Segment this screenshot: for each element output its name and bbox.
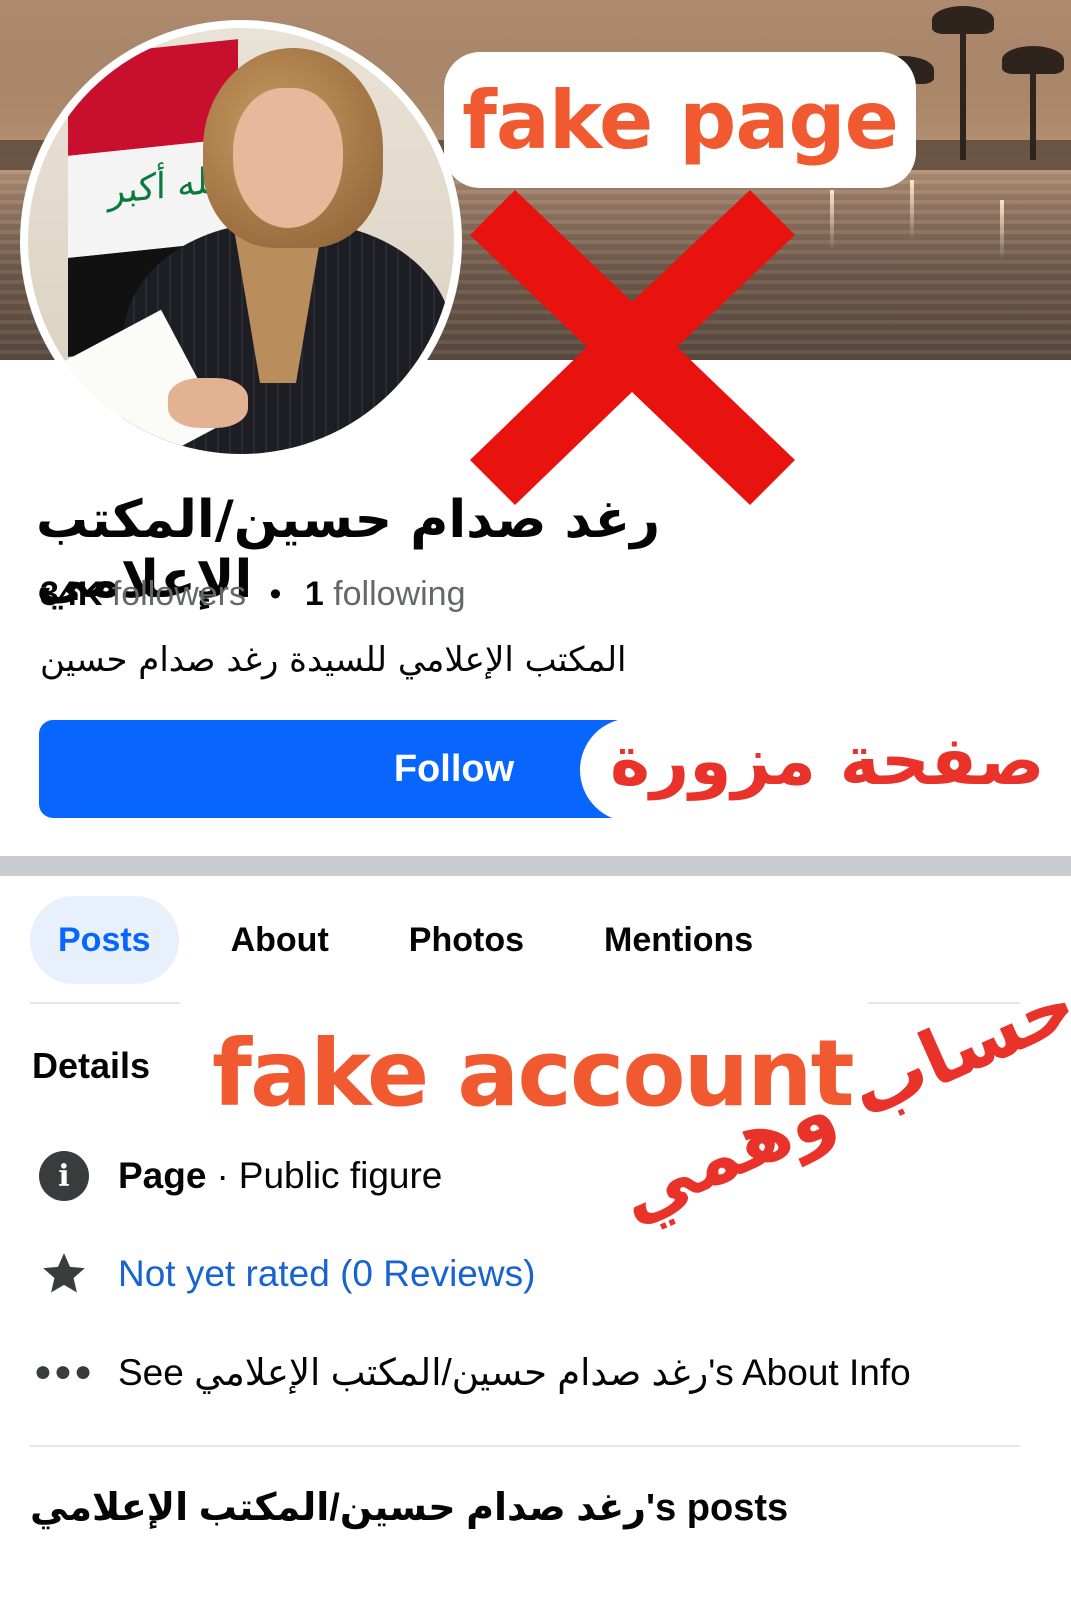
more-dots-icon: ●●●	[33, 1355, 95, 1388]
light-reflection	[830, 190, 834, 250]
following-count[interactable]: 1	[305, 575, 324, 613]
tab-divider	[30, 1002, 180, 1004]
page-type-label: Page	[118, 1155, 207, 1196]
tab-posts[interactable]: Posts	[30, 896, 179, 984]
red-x-icon	[470, 190, 795, 505]
light-reflection	[1000, 200, 1004, 260]
info-icon: i	[38, 1150, 90, 1202]
fake-page-badge: fake page	[444, 52, 916, 188]
fake-page-arabic-label: صفحة مزورة	[610, 722, 1045, 801]
section-separator	[30, 1445, 1020, 1447]
section-divider	[0, 856, 1071, 876]
followers-label[interactable]: followers	[112, 575, 246, 613]
person-face	[233, 88, 343, 228]
page-type-separator: ·	[216, 1155, 229, 1196]
light-reflection	[910, 180, 914, 240]
fake-page-label: fake page	[462, 73, 899, 167]
follow-button[interactable]: Follow	[39, 720, 639, 818]
tab-photos[interactable]: Photos	[381, 896, 552, 984]
followers-count[interactable]: 34K	[40, 575, 102, 613]
palm-tree	[1002, 46, 1064, 160]
profile-avatar[interactable]: الله أكبر	[20, 20, 462, 462]
posts-heading: رغد صدام حسين/المكتب الإعلامي's posts	[30, 1487, 789, 1529]
star-icon	[38, 1248, 90, 1300]
person-hand	[168, 378, 248, 428]
page-bio: المكتب الإعلامي للسيدة رغد صدام حسين	[40, 640, 627, 680]
follow-stats: 34K followers • 1 following	[40, 575, 466, 614]
detail-row-about[interactable]: ●●● See رغد صدام حسين/المكتب الإعلامي's …	[33, 1346, 911, 1398]
detail-row-rating[interactable]: Not yet rated (0 Reviews)	[38, 1248, 535, 1300]
palm-tree	[932, 6, 994, 160]
avatar-photo: الله أكبر	[28, 28, 454, 454]
about-info-link[interactable]: See رغد صدام حسين/المكتب الإعلامي's Abou…	[118, 1351, 911, 1394]
detail-row-page: i Page · Public figure	[38, 1150, 442, 1202]
profile-tabs: Posts About Photos Mentions	[30, 896, 805, 984]
details-heading: Details	[32, 1045, 151, 1086]
stats-separator: •	[269, 575, 282, 613]
page-category: Public figure	[238, 1155, 443, 1196]
tab-about[interactable]: About	[203, 896, 357, 984]
following-label[interactable]: following	[333, 575, 465, 613]
rating-link[interactable]: Not yet rated (0 Reviews)	[118, 1253, 535, 1295]
tab-mentions[interactable]: Mentions	[576, 896, 781, 984]
